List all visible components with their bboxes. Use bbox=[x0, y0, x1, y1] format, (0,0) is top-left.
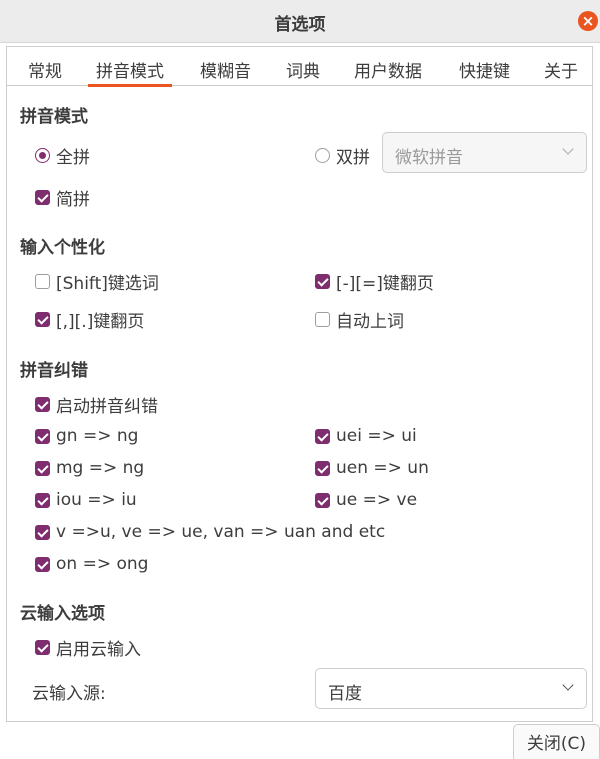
tab-user-data[interactable]: 用户数据 bbox=[354, 57, 422, 82]
comma-period-page-label: [,][.]键翻页 bbox=[56, 312, 145, 332]
section-cloud: 云输入选项 bbox=[20, 604, 105, 624]
checkbox-icon bbox=[35, 190, 50, 205]
close-icon[interactable]: × bbox=[578, 11, 598, 31]
minus-equal-page-label: [-][=]键翻页 bbox=[336, 274, 434, 294]
correction-ue-checkbox[interactable]: ue => ve bbox=[315, 490, 417, 510]
checkbox-icon bbox=[315, 492, 330, 508]
minus-equal-page-checkbox[interactable]: [-][=]键翻页 bbox=[315, 269, 434, 294]
correction-iou-checkbox[interactable]: iou => iu bbox=[35, 490, 137, 510]
tab-shortcuts[interactable]: 快捷键 bbox=[459, 57, 510, 82]
tab-dictionary[interactable]: 词典 bbox=[286, 57, 320, 82]
auto-commit-label: 自动上词 bbox=[336, 312, 404, 332]
correction-v-label: v =>u, ve => ue, van => uan and etc bbox=[56, 522, 386, 542]
correction-gn-label: gn => ng bbox=[56, 426, 139, 446]
correction-iou-label: iou => iu bbox=[56, 490, 137, 510]
correction-uen-label: uen => un bbox=[336, 458, 429, 478]
section-personalization: 输入个性化 bbox=[20, 238, 105, 258]
radio-icon bbox=[315, 148, 330, 163]
checkbox-icon bbox=[35, 460, 50, 476]
tab-about[interactable]: 关于 bbox=[544, 57, 578, 82]
checkbox-icon bbox=[315, 428, 330, 444]
double-pinyin-radio[interactable]: 双拼 bbox=[315, 143, 370, 168]
correction-on-checkbox[interactable]: on => ong bbox=[35, 554, 148, 574]
checkbox-icon bbox=[35, 397, 50, 412]
checkbox-icon bbox=[315, 274, 330, 289]
chevron-down-icon bbox=[562, 143, 574, 155]
title-bar: 首选项 × bbox=[0, 0, 600, 43]
cloud-source-value: 百度 bbox=[328, 684, 362, 704]
chevron-down-icon bbox=[562, 679, 574, 691]
correction-gn-checkbox[interactable]: gn => ng bbox=[35, 426, 138, 446]
full-pinyin-radio[interactable]: 全拼 bbox=[35, 143, 90, 168]
section-pinyin-mode: 拼音模式 bbox=[20, 107, 88, 127]
scheme-value: 微软拼音 bbox=[395, 148, 463, 168]
checkbox-icon bbox=[315, 312, 330, 327]
double-pinyin-scheme-select: 微软拼音 bbox=[382, 132, 587, 173]
shift-select-label: [Shift]键选词 bbox=[56, 274, 159, 294]
initial-pinyin-label: 简拼 bbox=[56, 190, 90, 210]
correction-v-checkbox[interactable]: v =>u, ve => ue, van => uan and etc bbox=[35, 522, 385, 542]
window-title: 首选项 bbox=[274, 15, 326, 35]
correction-ue-label: ue => ve bbox=[336, 490, 418, 510]
checkbox-icon bbox=[35, 640, 50, 655]
correction-uei-label: uei => ui bbox=[336, 426, 417, 446]
checkbox-icon bbox=[35, 492, 50, 508]
close-button[interactable]: 关闭(C) bbox=[513, 724, 600, 759]
checkbox-icon bbox=[315, 460, 330, 476]
checkbox-icon bbox=[35, 556, 50, 572]
correction-mg-checkbox[interactable]: mg => ng bbox=[35, 458, 144, 478]
checkbox-icon bbox=[35, 274, 50, 289]
correction-mg-label: mg => ng bbox=[56, 458, 145, 478]
checkbox-icon bbox=[35, 312, 50, 327]
checkbox-icon bbox=[35, 524, 50, 540]
section-correction: 拼音纠错 bbox=[20, 361, 88, 381]
radio-icon bbox=[35, 148, 50, 163]
enable-correction-checkbox[interactable]: 启动拼音纠错 bbox=[35, 392, 158, 417]
checkbox-icon bbox=[35, 428, 50, 444]
double-pinyin-label: 双拼 bbox=[336, 148, 370, 168]
correction-on-label: on => ong bbox=[56, 554, 149, 574]
full-pinyin-label: 全拼 bbox=[56, 148, 90, 168]
enable-correction-label: 启动拼音纠错 bbox=[56, 397, 158, 417]
enable-cloud-checkbox[interactable]: 启用云输入 bbox=[35, 635, 141, 660]
tab-pinyin-mode[interactable]: 拼音模式 bbox=[88, 57, 172, 87]
tab-general[interactable]: 常规 bbox=[28, 57, 62, 82]
enable-cloud-label: 启用云输入 bbox=[56, 640, 141, 660]
shift-select-checkbox[interactable]: [Shift]键选词 bbox=[35, 269, 159, 294]
tab-fuzzy[interactable]: 模糊音 bbox=[200, 57, 251, 82]
cloud-source-label: 云输入源: bbox=[32, 684, 106, 704]
correction-uei-checkbox[interactable]: uei => ui bbox=[315, 426, 417, 446]
comma-period-page-checkbox[interactable]: [,][.]键翻页 bbox=[35, 307, 144, 332]
auto-commit-checkbox[interactable]: 自动上词 bbox=[315, 307, 404, 332]
tab-bar: 常规 拼音模式 模糊音 词典 用户数据 快捷键 关于 bbox=[7, 47, 592, 87]
cloud-source-select[interactable]: 百度 bbox=[315, 668, 587, 709]
initial-pinyin-checkbox[interactable]: 简拼 bbox=[35, 185, 90, 210]
correction-uen-checkbox[interactable]: uen => un bbox=[315, 458, 429, 478]
